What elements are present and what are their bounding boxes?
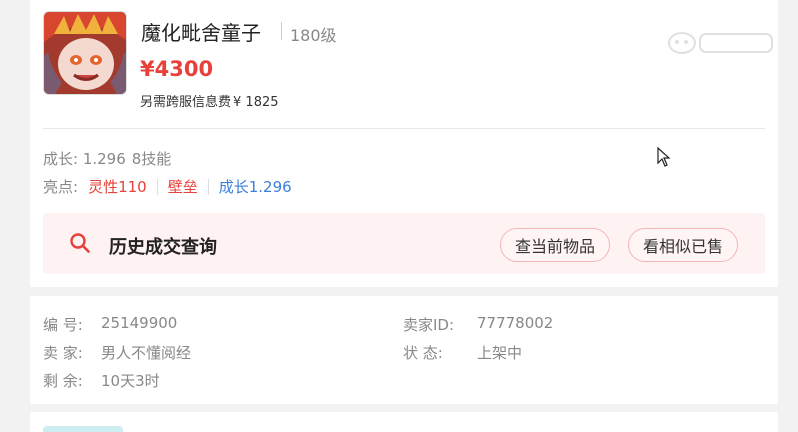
level-separator	[281, 22, 282, 40]
view-similar-sold-button[interactable]: 看相似已售	[628, 228, 739, 262]
listing-id-row: 编 号: 25149900	[43, 314, 177, 335]
watermark-logo	[668, 32, 773, 54]
highlight-tag: 灵性110	[78, 178, 158, 195]
pet-avatar[interactable]	[43, 11, 127, 95]
check-current-item-button[interactable]: 查当前物品	[500, 228, 611, 262]
search-icon	[70, 233, 90, 253]
next-listing-card[interactable]	[30, 412, 778, 432]
pet-level: 180级	[290, 26, 337, 45]
history-title: 历史成交查询	[109, 237, 217, 258]
divider	[43, 128, 765, 129]
highlights-label: 亮点:	[43, 178, 79, 196]
highlights-line: 亮点: 灵性110 壁垒 成长1.296	[43, 176, 302, 197]
highlight-tag: 成长1.296	[218, 177, 292, 196]
mouse-cursor	[657, 147, 671, 167]
next-listing-thumbnail	[43, 426, 123, 432]
seller-id-row: 卖家ID: 77778002	[403, 314, 553, 335]
fee-amount: ¥ 1825	[233, 95, 279, 110]
highlight-tag: 壁垒	[158, 178, 209, 195]
listing-info-card: 编 号: 25149900 卖家ID: 77778002 卖 家: 男人不懂阅经…	[30, 296, 778, 404]
seller-id-label: 卖家ID:	[403, 316, 455, 334]
seller-label: 卖 家:	[43, 344, 83, 362]
history-trade-panel: 历史成交查询 查当前物品 看相似已售	[43, 213, 765, 274]
listing-id-label: 编 号:	[43, 316, 83, 334]
skill-count: 8技能	[131, 150, 172, 168]
cross-server-fee: 另需跨服信息费 ¥ 1825	[140, 91, 279, 110]
listing-id-value: 25149900	[101, 314, 178, 332]
fee-label: 另需跨服信息费	[140, 95, 232, 110]
growth-value: 成长: 1.296	[43, 150, 126, 168]
status-label: 状 态:	[403, 344, 443, 362]
remaining-label: 剩 余:	[43, 372, 83, 390]
remaining-value: 10天3时	[101, 372, 160, 390]
pet-name: 魔化毗舍童子	[141, 21, 261, 45]
seller-id-value: 77778002	[477, 314, 554, 332]
status-row: 状 态: 上架中	[403, 342, 522, 363]
seller-row: 卖 家: 男人不懂阅经	[43, 342, 191, 363]
seller-value: 男人不懂阅经	[101, 344, 192, 362]
status-value: 上架中	[477, 344, 523, 362]
growth-line: 成长: 1.296 8技能	[43, 148, 171, 169]
remaining-row: 剩 余: 10天3时	[43, 370, 160, 391]
pet-price: ¥4300	[140, 57, 214, 81]
